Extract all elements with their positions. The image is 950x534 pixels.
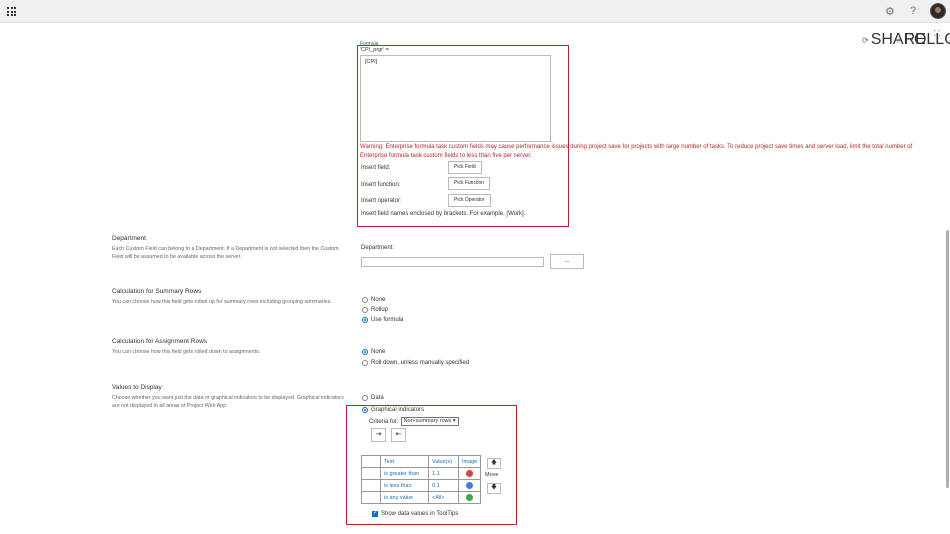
column-header-values: Value(s)	[428, 455, 459, 468]
chevron-down-icon: ▾	[452, 418, 456, 424]
radio-selected-icon	[362, 317, 368, 323]
move-up-button[interactable]: 🡅	[487, 458, 501, 469]
arrow-down-icon: 🡇	[490, 485, 498, 491]
sync-icon: ⟳	[862, 35, 869, 45]
row-selector[interactable]	[361, 491, 381, 504]
image-cell[interactable]	[457, 467, 482, 480]
value-cell[interactable]: 0.1	[428, 479, 459, 492]
star-icon: ☆	[895, 35, 903, 45]
radio-icon	[362, 360, 368, 366]
department-description: Each Custom Field can belong to a Depart…	[112, 246, 339, 260]
table-header-row: Test Value(s) Image	[361, 455, 482, 468]
import-criteria-icon[interactable]: ⇥	[371, 428, 386, 442]
formula-warning: Warning: Enterprise formula task custom …	[360, 144, 913, 159]
insert-operator-label: Insert operator:	[361, 198, 402, 204]
table-row[interactable]: is less than 0.1	[361, 479, 482, 492]
app-launcher-icon[interactable]	[7, 7, 16, 16]
suite-bar: ⚙ ?	[0, 0, 950, 23]
assignment-rows-description: You can choose how this field gets rolle…	[112, 349, 261, 355]
formula-field-name: 'CPI_prgr' =	[360, 47, 389, 53]
department-browse-button[interactable]: ...	[550, 254, 584, 269]
export-criteria-icon[interactable]: ⇤	[391, 428, 406, 442]
question-mark-icon[interactable]: ?	[910, 5, 916, 17]
insert-function-label: Insert function:	[361, 182, 401, 188]
value-cell[interactable]: 1.1	[428, 467, 459, 480]
checkbox-checked-icon	[372, 509, 378, 517]
table-row[interactable]: is any value <All>	[361, 491, 482, 504]
row-selector-header	[361, 455, 381, 468]
criteria-row: Criteria for: Non-summary rows ▾	[369, 417, 459, 426]
pick-field-button[interactable]: Pick Field	[448, 161, 482, 174]
focus-mode-icon[interactable]: ⛶	[934, 29, 940, 39]
column-header-test: Test	[380, 455, 429, 468]
insert-field-label: Insert field:	[361, 165, 391, 171]
avatar[interactable]	[930, 3, 946, 19]
values-display-title: Values to Display	[112, 384, 162, 391]
indicator-criteria-table: Test Value(s) Image is greater than 1.1 …	[361, 455, 482, 504]
test-cell[interactable]: is greater than	[380, 467, 429, 480]
summary-rows-title: Calculation for Summary Rows	[112, 288, 202, 295]
table-row[interactable]: is greater than 1.1	[361, 467, 482, 480]
row-selector[interactable]	[361, 467, 381, 480]
department-label: Department:	[361, 245, 395, 251]
radio-icon	[362, 297, 368, 303]
move-down-button[interactable]: 🡇	[487, 483, 501, 494]
show-tooltips-checkbox[interactable]: Show data values in ToolTips	[372, 509, 458, 517]
summary-use-formula-radio[interactable]: Use formula	[362, 316, 403, 324]
move-label: Move	[485, 472, 499, 478]
column-header-image: Image	[457, 455, 482, 468]
values-graphical-radio[interactable]: Graphical indicators	[362, 406, 424, 414]
department-title: Department	[112, 235, 146, 242]
pick-operator-button[interactable]: Pick Operator	[448, 194, 491, 207]
values-data-radio[interactable]: Data	[362, 394, 384, 402]
formula-hint: Insert field names enclosed by brackets.…	[361, 211, 526, 217]
assignment-rows-title: Calculation for Assignment Rows	[112, 338, 208, 345]
department-input[interactable]	[361, 257, 544, 267]
image-cell[interactable]	[457, 479, 482, 492]
summary-rollup-radio[interactable]: Rollup	[362, 306, 388, 314]
formula-textarea[interactable]: [CPI]	[360, 55, 551, 142]
radio-icon	[362, 395, 368, 401]
summary-rows-description: You can choose how this field gets rolle…	[112, 299, 332, 305]
value-cell[interactable]: <All>	[428, 491, 459, 504]
test-cell[interactable]: is less than	[380, 479, 429, 492]
arrow-up-icon: 🡅	[490, 460, 498, 466]
gear-icon[interactable]: ⚙	[885, 5, 895, 18]
test-cell[interactable]: is any value	[380, 491, 429, 504]
assignment-none-radio[interactable]: None	[362, 348, 385, 356]
values-display-description: Choose whether you want just the data or…	[112, 395, 344, 409]
criteria-select[interactable]: Non-summary rows ▾	[400, 417, 459, 426]
criteria-label: Criteria for:	[369, 418, 399, 425]
image-cell[interactable]	[457, 491, 482, 504]
assignment-rolldown-radio[interactable]: Roll down, unless manually specified	[362, 359, 469, 367]
red-circle-icon	[466, 470, 474, 477]
page-scrollbar[interactable]	[946, 230, 949, 488]
row-selector[interactable]	[361, 479, 381, 492]
radio-selected-icon	[362, 349, 368, 355]
blue-circle-icon	[466, 482, 474, 489]
summary-none-radio[interactable]: None	[362, 296, 385, 304]
radio-selected-icon	[362, 407, 368, 413]
follow-button[interactable]: ☆ FOLLOW	[895, 31, 950, 49]
radio-icon	[362, 307, 368, 313]
pick-function-button[interactable]: Pick Function	[448, 177, 491, 190]
green-circle-icon	[466, 494, 474, 501]
